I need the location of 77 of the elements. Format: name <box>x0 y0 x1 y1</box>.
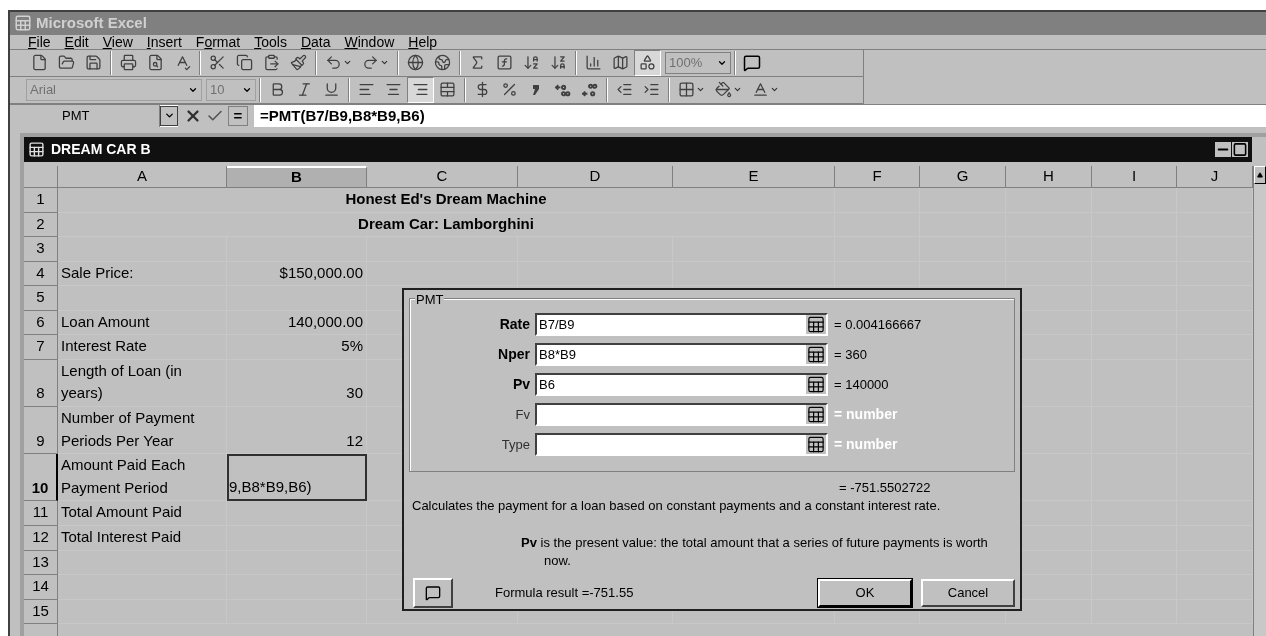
row-header[interactable]: 4 <box>24 261 58 287</box>
row-header[interactable]: 6 <box>24 310 58 336</box>
column-header[interactable]: F <box>835 166 920 188</box>
row-header[interactable]: 2 <box>24 212 58 237</box>
column-header[interactable]: B <box>227 166 367 188</box>
column-header[interactable]: D <box>518 166 673 188</box>
dialog-button[interactable]: Cancel <box>921 578 1015 607</box>
sheet-title: Honest Ed's Dream Machine <box>345 189 547 209</box>
table-cell-text: Loan Amount <box>61 311 150 332</box>
row-header[interactable]: 15 <box>24 599 58 625</box>
workbook-title: DREAM CAR B <box>51 140 152 159</box>
row-header[interactable]: 9 <box>24 406 58 455</box>
table-cell-text: Total Amount Paid <box>61 502 182 523</box>
row-header[interactable]: 10 <box>24 454 58 502</box>
sheet-title: Dream Car: Lamborghini <box>358 213 534 234</box>
column-header[interactable]: C <box>367 166 518 188</box>
argument-label: Pv <box>511 375 531 394</box>
menu-item[interactable]: Data <box>300 34 331 49</box>
menu-item[interactable]: View <box>102 34 133 49</box>
table-cell-text: Length of Loan (in years) <box>61 360 183 404</box>
function-result: = -751.5502722 <box>839 480 931 495</box>
menu-item[interactable]: Format <box>195 34 241 49</box>
table-cell-text: 30 <box>346 383 363 404</box>
row-header[interactable]: 8 <box>24 359 58 407</box>
app-title: Microsoft Excel <box>36 13 147 33</box>
column-header[interactable]: H <box>1006 166 1092 188</box>
edit-formula-button[interactable]: = <box>228 105 248 126</box>
row-header[interactable]: 1 <box>24 188 58 213</box>
argument-result: = number <box>833 405 898 424</box>
column-header[interactable]: G <box>920 166 1006 188</box>
menu-item[interactable]: Window <box>344 34 395 49</box>
argument-field[interactable]: B8*B9 <box>535 343 828 366</box>
zoom-value: 100% <box>669 53 703 72</box>
argument-label: Type <box>500 435 531 454</box>
table-cell-text: Sale Price: <box>61 262 134 283</box>
table-cell-text: Amount Paid Each Payment Period <box>61 455 187 498</box>
function-description: Calculates the payment for a loan based on constant payments and a constant interest rate. <box>411 497 942 515</box>
column-header[interactable]: E <box>673 166 835 188</box>
row-header[interactable]: 11 <box>24 501 58 526</box>
formula-field[interactable]: =PMT(B7/B9,B8*B9,B6) <box>254 104 1266 127</box>
dialog-button[interactable]: OK <box>818 578 912 607</box>
argument-result: = 0.004166667 <box>833 315 922 334</box>
menu-item[interactable]: Tools <box>254 34 287 49</box>
name-box[interactable]: PMT <box>10 104 160 127</box>
row-header[interactable]: 14 <box>24 575 58 600</box>
font-size: 10 <box>210 80 225 99</box>
argument-label: Fv <box>514 405 531 424</box>
argument-field[interactable]: B7/B9 <box>535 313 828 336</box>
row-header[interactable]: 5 <box>24 286 58 311</box>
table-cell-text: Number of Payment Periods Per Year <box>61 407 196 451</box>
menu-item[interactable]: Help <box>408 34 438 49</box>
row-header[interactable]: 12 <box>24 525 58 551</box>
table-cell-text: $150,000.00 <box>279 262 363 283</box>
table-cell-text: 5% <box>341 336 363 357</box>
argument-help: Pv is the present value: the total amount that a series of future payments is worth now. <box>521 533 989 570</box>
table-cell-text: Total Interest Paid <box>61 526 182 547</box>
table-cell-text: Interest Rate <box>61 336 147 357</box>
menu-item[interactable]: Edit <box>64 34 89 49</box>
table-cell-text: 12 <box>346 430 363 451</box>
argument-label: Nper <box>497 345 531 364</box>
argument-result: = 140000 <box>833 375 889 394</box>
table-cell-text: 140,000.00 <box>287 311 363 332</box>
menu-item[interactable]: Insert <box>146 34 182 49</box>
argument-result: = number <box>833 435 898 454</box>
argument-field[interactable]: B6 <box>535 373 828 396</box>
column-header[interactable]: A <box>58 166 227 188</box>
argument-result: = 360 <box>833 345 867 364</box>
row-header[interactable]: 3 <box>24 237 58 262</box>
font-name: Arial <box>30 80 56 99</box>
row-header[interactable]: 7 <box>24 335 58 360</box>
argument-label: Rate <box>498 315 531 334</box>
column-header[interactable]: J <box>1177 166 1253 188</box>
formula-result: Formula result =-751.55 <box>495 583 635 602</box>
menu-item[interactable]: File <box>28 34 51 49</box>
row-header[interactable]: 13 <box>24 550 58 576</box>
cell-editor[interactable]: 9,B8*B9,B6) <box>229 475 312 499</box>
column-header[interactable]: I <box>1092 166 1177 188</box>
